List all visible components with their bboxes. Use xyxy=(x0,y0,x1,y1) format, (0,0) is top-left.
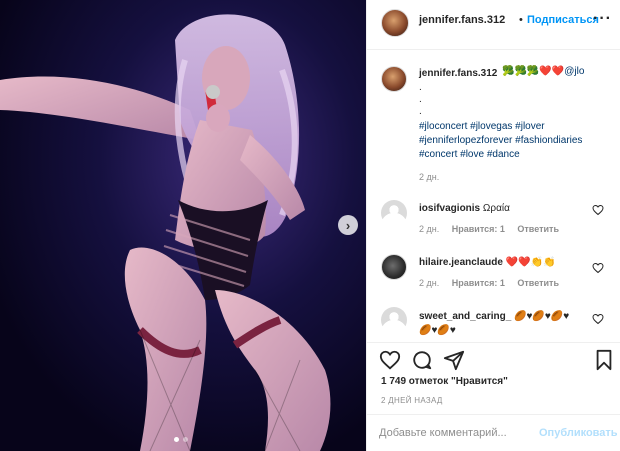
publish-button[interactable]: Опубликовать xyxy=(539,427,618,439)
comment-reply-button[interactable]: Ответить xyxy=(517,224,559,234)
likes-count[interactable]: 1 749 отметок "Нравится" xyxy=(381,376,508,387)
comment-icon[interactable] xyxy=(411,349,433,371)
post-side-panel: jennifer.fans.312 • Подписаться ··· jenn… xyxy=(366,0,620,451)
comment-text: ❤️❤️👏👏 xyxy=(505,257,556,268)
header-separator: • xyxy=(519,14,523,26)
comment-meta: 2 дн. Нравится: 1 Ответить xyxy=(419,224,569,234)
comment-username[interactable]: sweet_and_caring_ 🏉♥🏉♥🏉♥🏉♥🏉♥ xyxy=(419,310,579,338)
comment-heart-icon[interactable] xyxy=(592,204,604,216)
comment-avatar[interactable] xyxy=(381,200,407,226)
carousel-indicator xyxy=(174,437,188,442)
carousel-dot xyxy=(183,437,188,442)
comment-heart-icon[interactable] xyxy=(592,313,604,325)
share-icon[interactable] xyxy=(443,349,465,371)
post-dialog: › jennifer.fans.312 • Подписаться ··· je… xyxy=(0,0,620,451)
caption-periods: . . . xyxy=(419,82,422,117)
caption-emojis: 🥦🥦🥦❤️❤️ xyxy=(502,66,565,77)
comment-username-text[interactable]: iosifvagionis xyxy=(419,203,480,214)
caption-avatar[interactable] xyxy=(381,66,407,92)
comment-item: hilaire.jeanclaude ❤️❤️👏👏 2 дн. Нравится… xyxy=(367,254,620,294)
heart-icon[interactable] xyxy=(379,349,401,371)
caption-emoji-line: 🥦🥦🥦❤️❤️@jlo xyxy=(502,66,584,77)
next-photo-button[interactable]: › xyxy=(338,215,358,235)
comment-likes[interactable]: Нравится: 1 xyxy=(452,278,505,288)
comment-username-text[interactable]: sweet_and_caring_ xyxy=(419,311,511,322)
comment-text: Ωραία xyxy=(482,203,510,214)
comment-username[interactable]: hilaire.jeanclaude ❤️❤️👏👏 xyxy=(419,257,556,268)
comment-time[interactable]: 2 дн. xyxy=(419,278,439,288)
comment-meta: 2 дн. Нравится: 1 Ответить xyxy=(419,278,569,288)
post-photo[interactable]: › xyxy=(0,0,366,451)
post-header: jennifer.fans.312 • Подписаться ··· xyxy=(367,0,620,50)
comment-avatar[interactable] xyxy=(381,307,407,333)
carousel-dot-active xyxy=(174,437,179,442)
follow-button[interactable]: Подписаться xyxy=(527,14,599,26)
comment-avatar[interactable] xyxy=(381,254,407,280)
comment-username-text[interactable]: hilaire.jeanclaude xyxy=(419,257,503,268)
comment-input[interactable] xyxy=(379,424,529,442)
caption-time[interactable]: 2 дн. xyxy=(419,172,439,182)
comment-heart-icon[interactable] xyxy=(592,262,604,274)
author-username[interactable]: jennifer.fans.312 xyxy=(419,14,505,26)
add-comment-bar: Опубликовать xyxy=(367,414,620,451)
caption-mention[interactable]: @jlo xyxy=(564,66,584,77)
post-actions xyxy=(367,342,620,378)
post-date[interactable]: 2 ДНЕЙ НАЗАД xyxy=(381,396,443,405)
bookmark-icon[interactable] xyxy=(593,349,615,371)
performer-photo xyxy=(0,0,366,451)
comment-item: iosifvagionis Ωραία 2 дн. Нравится: 1 От… xyxy=(367,200,620,240)
caption-hashtags[interactable]: #jloconcert #jlovegas #jlover #jenniferl… xyxy=(419,120,614,162)
more-options-icon[interactable]: ··· xyxy=(593,10,612,28)
comment-username[interactable]: iosifvagionis Ωραία xyxy=(419,203,510,214)
caption-username[interactable]: jennifer.fans.312 xyxy=(419,68,497,79)
comment-likes[interactable]: Нравится: 1 xyxy=(452,224,505,234)
comment-time[interactable]: 2 дн. xyxy=(419,224,439,234)
comment-reply-button[interactable]: Ответить xyxy=(517,278,559,288)
author-avatar[interactable] xyxy=(381,9,409,37)
comment-item: sweet_and_caring_ 🏉♥🏉♥🏉♥🏉♥🏉♥ xyxy=(367,307,620,347)
